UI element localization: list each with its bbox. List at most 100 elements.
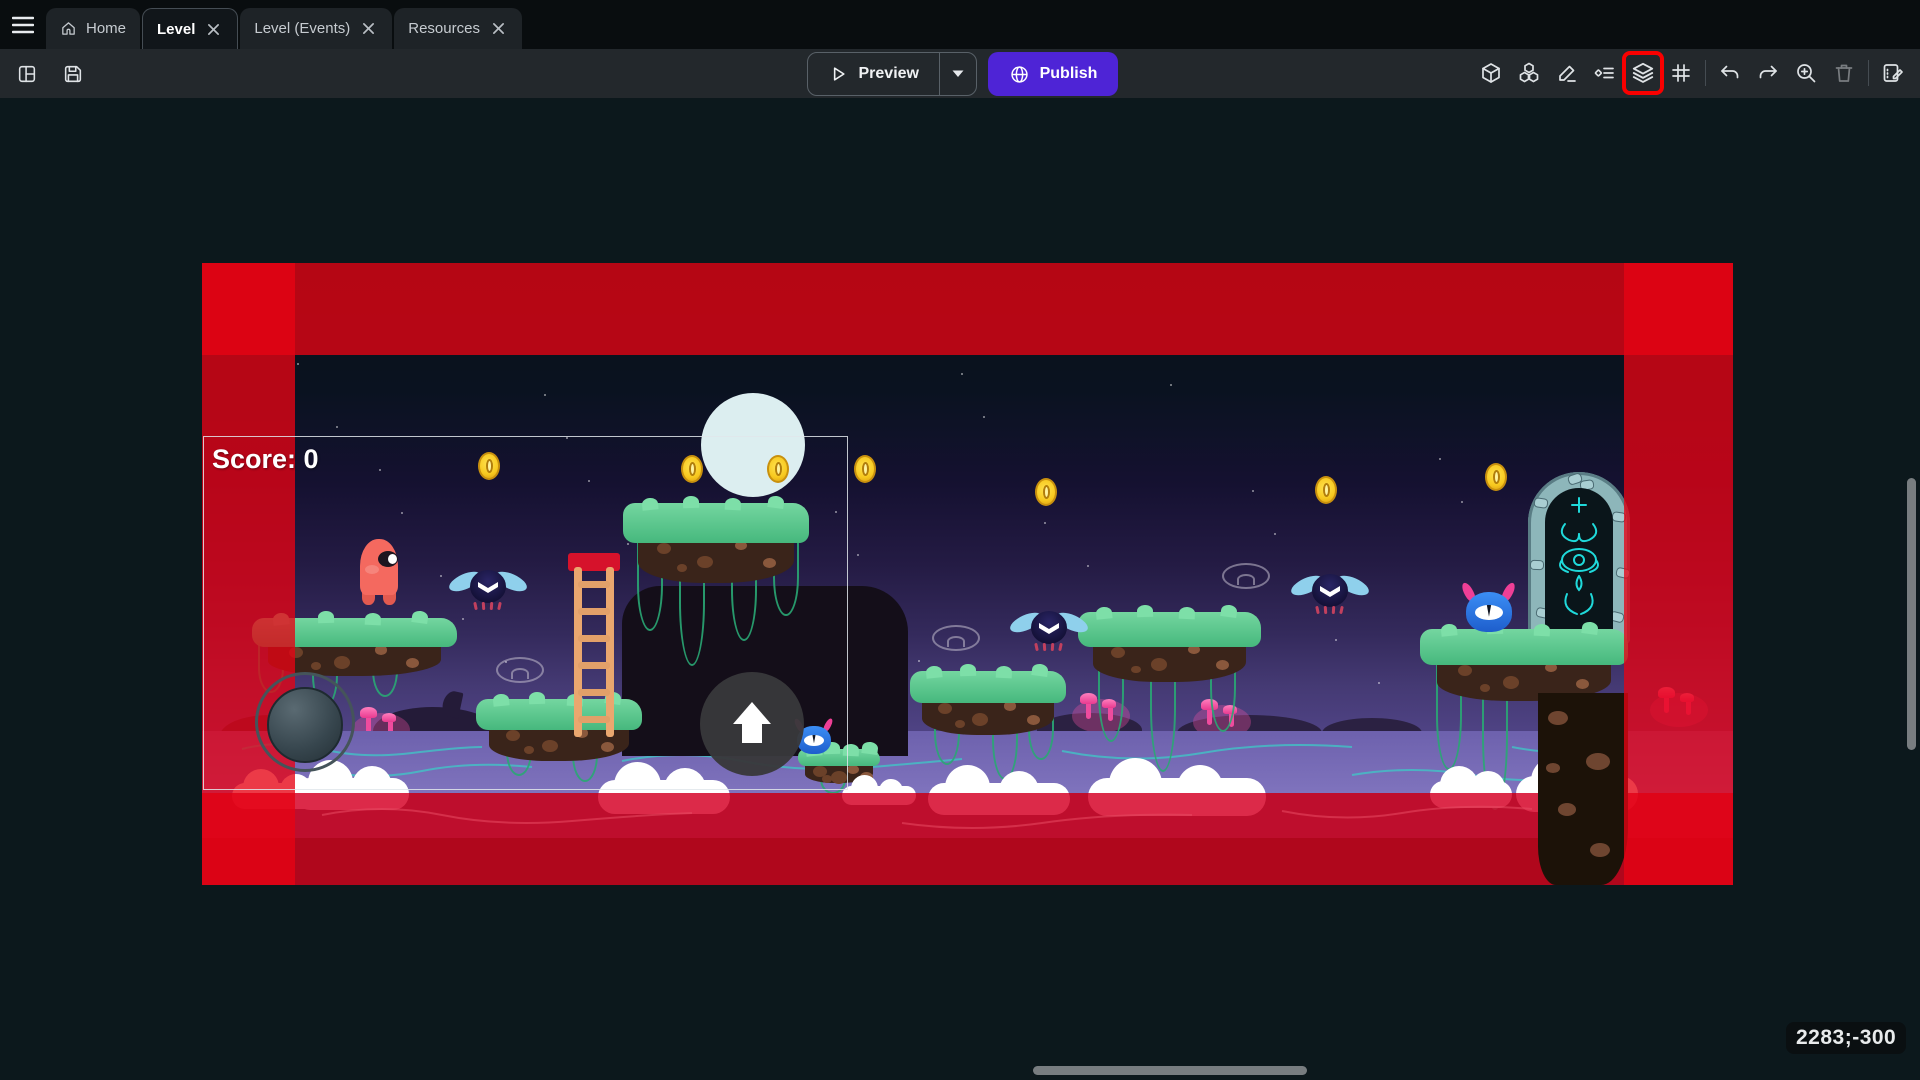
preview-button-label: Preview [859, 65, 919, 83]
ghost-eye-decoration [932, 625, 980, 651]
dirt-stone [1027, 715, 1040, 725]
undo-button[interactable] [1711, 53, 1749, 93]
monster-eye [1475, 605, 1503, 620]
fly-enemy[interactable] [1290, 570, 1370, 616]
portal-ornament [1545, 488, 1613, 638]
save-icon [62, 63, 84, 85]
star [1170, 384, 1172, 386]
cursor-coordinates-badge: 2283;-300 [1786, 1022, 1906, 1054]
layers-button[interactable] [1624, 53, 1662, 93]
pencil-button[interactable] [1548, 53, 1586, 93]
toolbar-right-icons [1472, 53, 1912, 93]
coin[interactable] [854, 455, 876, 483]
fly-claw [1339, 606, 1344, 614]
grid-button[interactable] [1662, 53, 1700, 93]
monster-pupil [1485, 605, 1492, 617]
moss-tuft [925, 665, 942, 679]
column-stone [1586, 753, 1610, 770]
lava-texture-lines [202, 793, 1733, 838]
star [336, 426, 338, 428]
star [983, 416, 985, 418]
dirt-stone [847, 765, 859, 774]
zoom-in-button[interactable] [1787, 53, 1825, 93]
star [1274, 533, 1276, 535]
boundary-wall-top[interactable] [202, 263, 1733, 355]
star [544, 394, 546, 396]
coin[interactable] [1035, 478, 1057, 506]
object-groups-icon [1517, 61, 1541, 85]
coin[interactable] [1485, 463, 1507, 491]
tab-close-icon[interactable] [359, 20, 378, 37]
tab-level-events[interactable]: Level (Events) [240, 8, 392, 49]
ghost-eye-pupil [1237, 574, 1255, 585]
fly-body [1312, 574, 1348, 607]
coin[interactable] [1315, 476, 1337, 504]
tab-close-icon[interactable] [204, 21, 223, 38]
ghost-eye-decoration [1222, 563, 1270, 589]
fly-claw [1332, 606, 1336, 614]
ghost-eye-pupil [947, 636, 965, 647]
dirt-stone [972, 713, 988, 725]
star [857, 554, 859, 556]
platform[interactable] [1078, 612, 1261, 742]
instances-list-icon [1593, 61, 1617, 85]
cube-button[interactable] [1472, 53, 1510, 93]
tab-close-icon[interactable] [489, 20, 508, 37]
coin-slot [862, 462, 869, 476]
dirt-stone [1458, 665, 1472, 676]
dirt-stone [1503, 676, 1519, 688]
chevron-down-icon [951, 69, 965, 79]
trash-icon [1832, 61, 1856, 85]
portal-archway[interactable] [1528, 472, 1630, 644]
fly-claw [1058, 643, 1063, 651]
moss-tuft [1534, 624, 1551, 637]
monster-body [1466, 592, 1512, 632]
tab-home[interactable]: Home [46, 8, 140, 49]
tab-level[interactable]: Level [142, 8, 238, 49]
moss-tuft [1096, 606, 1113, 620]
preview-button[interactable]: Preview [807, 52, 977, 96]
column-stone [1546, 763, 1560, 773]
cube-icon [1479, 61, 1503, 85]
horizontal-scrollbar[interactable] [1033, 1066, 1307, 1075]
scene-editor-canvas[interactable]: Score: 0 2283;-300 [0, 98, 1920, 1080]
platform-moss [910, 671, 1066, 703]
save-button[interactable] [58, 54, 88, 94]
platform-moss [1420, 629, 1628, 665]
object-groups-button[interactable] [1510, 53, 1548, 93]
dirt-stone [1576, 679, 1589, 689]
toolbar-left-icons [12, 49, 88, 98]
moss-tuft [1440, 623, 1457, 637]
instances-list-button[interactable] [1586, 53, 1624, 93]
layout-panels-button[interactable] [12, 54, 42, 94]
fly-eyes [1039, 623, 1059, 634]
preview-button-main[interactable]: Preview [808, 53, 939, 95]
redo-button[interactable] [1749, 53, 1787, 93]
dirt-stone [1480, 684, 1490, 692]
coin-slot [1493, 470, 1500, 484]
boundary-wall-right[interactable] [1624, 263, 1733, 885]
column-stone [1558, 803, 1576, 816]
preview-dropdown-button[interactable] [940, 53, 976, 95]
moss-tuft [960, 664, 976, 676]
hamburger-menu-button[interactable] [0, 0, 46, 49]
edit-note-icon [1881, 61, 1905, 85]
moss-tuft [1031, 663, 1048, 677]
fly-claw [1315, 606, 1320, 614]
star [1439, 458, 1441, 460]
selection-rectangle [203, 436, 848, 790]
dirt-stone [938, 703, 952, 714]
publish-button[interactable]: Publish [988, 52, 1118, 96]
coin-slot [1323, 483, 1330, 497]
moss-tuft [995, 666, 1012, 679]
fly-enemy[interactable] [1009, 607, 1089, 653]
toolbar-divider [1868, 60, 1869, 86]
play-icon [828, 64, 848, 84]
undo-icon [1718, 61, 1742, 85]
blue-monster-enemy[interactable] [1466, 592, 1512, 632]
vertical-scrollbar[interactable] [1907, 478, 1916, 750]
lava-deep [202, 838, 1733, 885]
tab-resources[interactable]: Resources [394, 8, 522, 49]
fly-claw [1034, 643, 1039, 651]
edit-note-button[interactable] [1874, 53, 1912, 93]
